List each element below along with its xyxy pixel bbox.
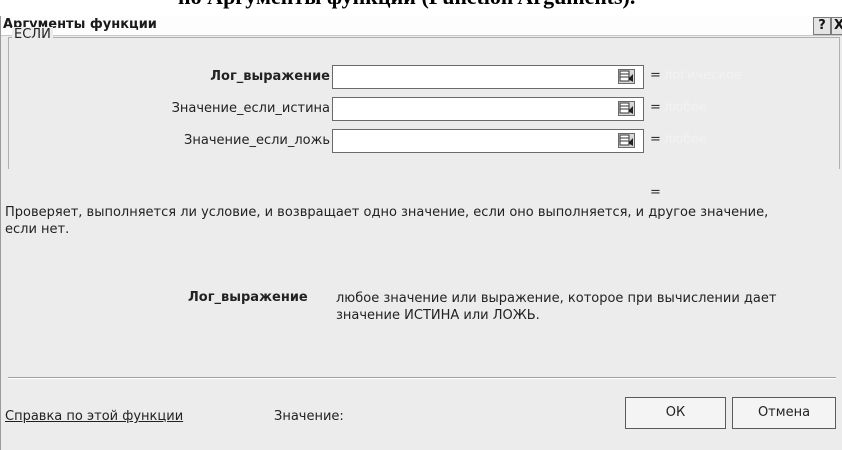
- argument-row-value-if-false: Значение_если_ложь = любое: [0, 129, 842, 155]
- formula-result-label: Значение:: [274, 409, 344, 424]
- footer-divider: [8, 377, 836, 379]
- argument-label: Значение_если_истина: [171, 101, 330, 116]
- value-if-true-input[interactable]: [332, 97, 644, 121]
- collapse-dialog-icon[interactable]: [618, 69, 635, 84]
- collapse-dialog-icon[interactable]: [618, 133, 635, 148]
- equals-sign: =: [650, 68, 661, 83]
- argument-type-hint: любое: [664, 132, 708, 147]
- collapse-dialog-icon[interactable]: [618, 101, 635, 116]
- equals-sign: =: [650, 132, 661, 147]
- current-argument-name: Лог_выражение: [188, 290, 308, 305]
- argument-label: Значение_если_ложь: [184, 133, 330, 148]
- argument-row-logical: Лог_выражение = логическое: [0, 65, 842, 91]
- argument-type-hint: любое: [664, 100, 708, 115]
- help-icon[interactable]: ?: [813, 17, 831, 35]
- cancel-button[interactable]: Отмена: [732, 397, 836, 429]
- ok-button[interactable]: ОК: [625, 397, 726, 429]
- logical-test-input[interactable]: [332, 65, 644, 89]
- title-bar: Аргументы функции ? X: [1, 16, 842, 36]
- close-icon[interactable]: X: [831, 17, 842, 35]
- value-if-false-input[interactable]: [332, 129, 644, 153]
- function-description: Проверяет, выполняется ли условие, и воз…: [5, 205, 769, 237]
- document-caption: но Аргументы функции (Function Arguments…: [178, 0, 635, 8]
- function-name-label: ЕСЛИ: [12, 27, 53, 42]
- argument-label: Лог_выражение: [210, 69, 330, 84]
- argument-type-hint: логическое: [664, 68, 743, 83]
- help-on-function-link[interactable]: Справка по этой функции: [5, 409, 183, 424]
- current-argument-description: любое значение или выражение, которое пр…: [336, 291, 777, 323]
- equals-sign: =: [650, 100, 661, 115]
- argument-row-value-if-true: Значение_если_истина = любое: [0, 97, 842, 123]
- result-equals-sign: =: [650, 185, 661, 200]
